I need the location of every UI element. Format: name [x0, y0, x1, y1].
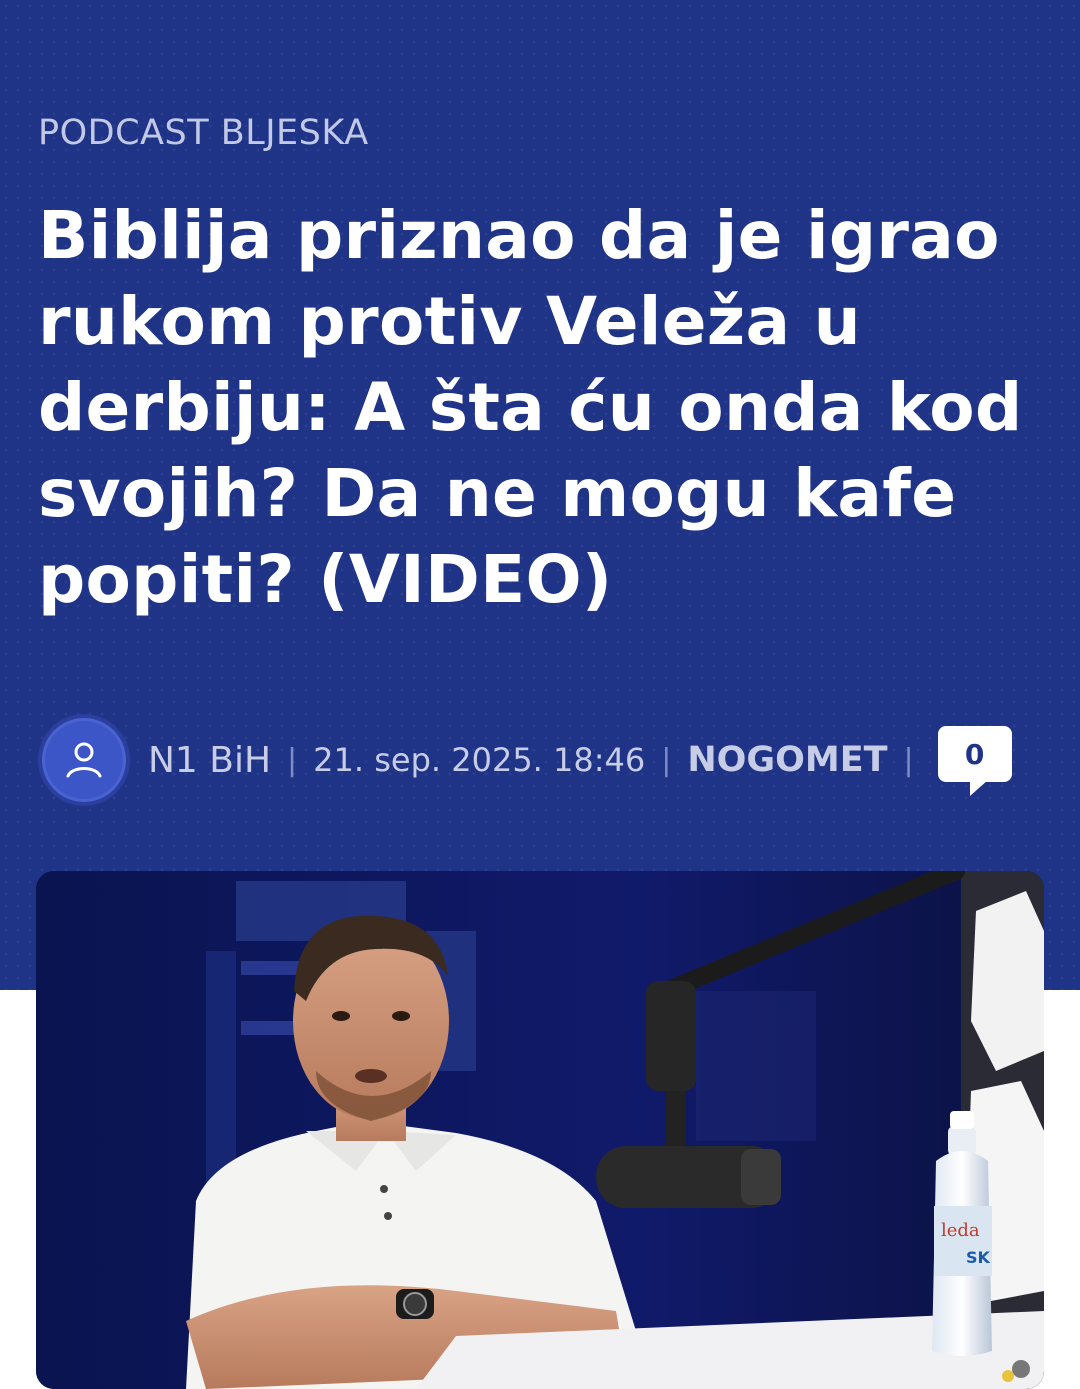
- podcast-scene-illustration: leda SK: [36, 871, 1044, 1389]
- article-header: PODCAST BLJESKA Biblija priznao da je ig…: [0, 0, 1080, 990]
- user-icon: [66, 742, 102, 778]
- bottle-label: leda: [941, 1220, 980, 1241]
- bottle-sublabel: SK: [966, 1248, 991, 1267]
- category-link[interactable]: NOGOMET: [687, 740, 887, 780]
- author-name[interactable]: N1 BiH: [148, 740, 271, 781]
- publish-date: 21. sep. 2025. 18:46: [313, 741, 646, 779]
- author-avatar[interactable]: [38, 714, 130, 806]
- meta-separator: |: [661, 742, 672, 778]
- meta-separator: |: [287, 742, 298, 778]
- article-kicker[interactable]: PODCAST BLJESKA: [38, 113, 369, 153]
- comment-count: 0: [964, 737, 985, 771]
- article-image[interactable]: leda SK: [36, 871, 1044, 1389]
- article-title: Biblija priznao da je igrao rukom protiv…: [38, 197, 1023, 618]
- article-meta: N1 BiH | 21. sep. 2025. 18:46 | NOGOMET …: [38, 710, 1012, 810]
- comment-bubble-icon[interactable]: 0: [937, 726, 1012, 796]
- meta-separator: |: [903, 742, 914, 778]
